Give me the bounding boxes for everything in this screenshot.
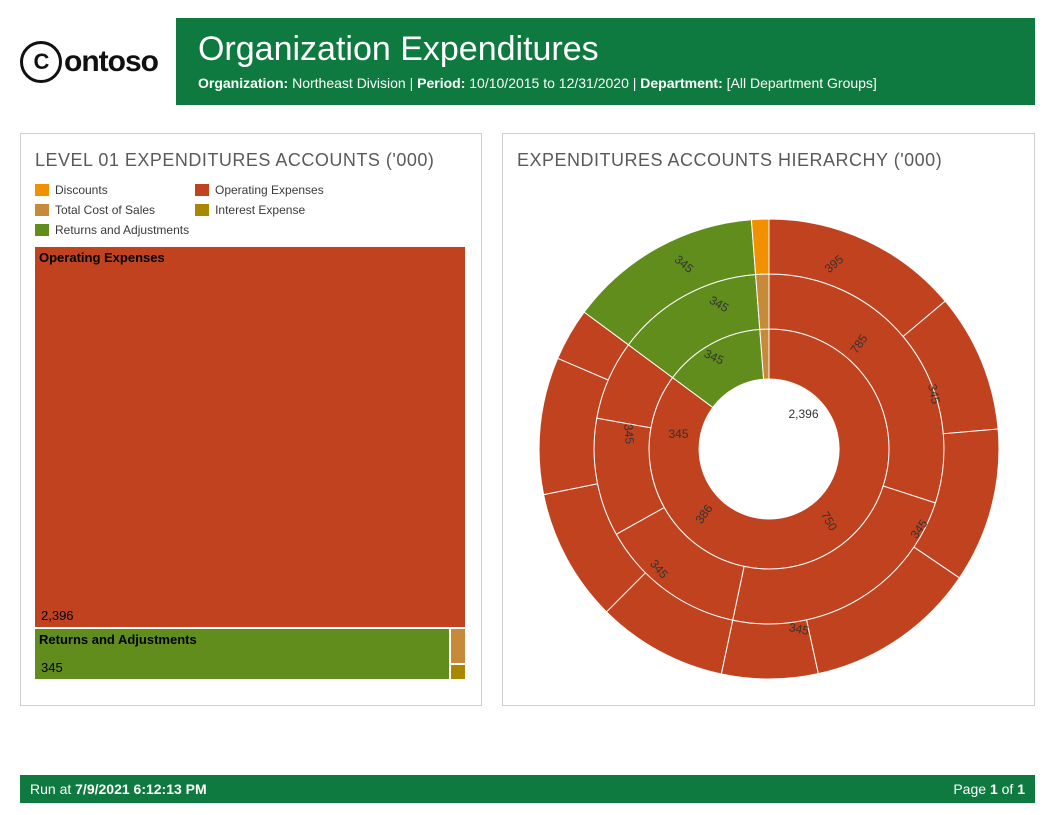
swatch-icon <box>195 204 209 216</box>
treemap-block-label: Operating Expenses <box>35 247 465 265</box>
sunburst-label: 2,396 <box>788 407 818 421</box>
report-container: C ontoso Organization Expenditures Organ… <box>0 0 1055 815</box>
report-header: C ontoso Organization Expenditures Organ… <box>20 18 1035 105</box>
sunburst-svg <box>529 209 1009 689</box>
sunburst-chart[interactable]: 2,396 345 345 785 750 386 345 345 345 39… <box>529 209 1009 689</box>
brand-logo: C ontoso <box>20 41 158 83</box>
legend-label: Discounts <box>55 183 108 197</box>
treemap-block-value: 345 <box>37 660 67 677</box>
footer-run-at: Run at 7/9/2021 6:12:13 PM <box>30 781 207 797</box>
page-num: 1 <box>990 781 998 797</box>
legend-label: Returns and Adjustments <box>55 223 189 237</box>
brand-text: ontoso <box>64 45 158 79</box>
report-footer: Run at 7/9/2021 6:12:13 PM Page 1 of 1 <box>20 775 1035 803</box>
legend-item-total-cost-of-sales: Total Cost of Sales <box>35 203 155 217</box>
page-title: Organization Expenditures <box>198 30 1013 69</box>
brand-letter: C <box>20 41 62 83</box>
treemap-block-returns[interactable]: Returns and Adjustments 345 <box>35 629 449 679</box>
page-of: of <box>998 781 1017 797</box>
run-prefix: Run at <box>30 781 75 797</box>
sunburst-center <box>699 379 839 519</box>
org-value: Northeast Division <box>292 75 406 91</box>
legend-label: Total Cost of Sales <box>55 203 155 217</box>
report-body: LEVEL 01 EXPENDITURES ACCOUNTS ('000) Di… <box>20 133 1035 706</box>
treemap-block-total-cost-of-sales[interactable] <box>451 629 465 663</box>
legend-item-interest-expense: Interest Expense <box>195 203 315 217</box>
treemap-panel: LEVEL 01 EXPENDITURES ACCOUNTS ('000) Di… <box>20 133 482 706</box>
sunburst-label: 345 <box>621 423 637 444</box>
report-meta: Organization: Northeast Division | Perio… <box>198 75 1013 91</box>
swatch-icon <box>35 184 49 196</box>
treemap-legend: Discounts Operating Expenses Total Cost … <box>35 183 467 237</box>
period-label: Period: <box>417 75 465 91</box>
treemap-block-interest-discounts[interactable] <box>451 665 465 679</box>
sunburst-title: EXPENDITURES ACCOUNTS HIERARCHY ('000) <box>517 150 1020 171</box>
legend-label: Interest Expense <box>215 203 305 217</box>
sunburst-panel: EXPENDITURES ACCOUNTS HIERARCHY ('000) <box>502 133 1035 706</box>
legend-item-operating-expenses: Operating Expenses <box>195 183 324 197</box>
swatch-icon <box>195 184 209 196</box>
treemap-chart[interactable]: Operating Expenses 2,396 Returns and Adj… <box>35 247 465 679</box>
treemap-block-value: 2,396 <box>37 608 78 625</box>
dept-value: [All Department Groups] <box>727 75 877 91</box>
treemap-block-operating-expenses[interactable]: Operating Expenses 2,396 <box>35 247 465 627</box>
page-prefix: Page <box>953 781 990 797</box>
dept-label: Department: <box>640 75 722 91</box>
sep1: | <box>410 75 418 91</box>
legend-item-returns: Returns and Adjustments <box>35 223 189 237</box>
swatch-icon <box>35 224 49 236</box>
period-value: 10/10/2015 to 12/31/2020 <box>469 75 629 91</box>
title-banner: Organization Expenditures Organization: … <box>176 18 1035 105</box>
run-time: 7/9/2021 6:12:13 PM <box>75 781 207 797</box>
page-total: 1 <box>1017 781 1025 797</box>
org-label: Organization: <box>198 75 288 91</box>
legend-label: Operating Expenses <box>215 183 324 197</box>
treemap-block-label: Returns and Adjustments <box>35 629 449 647</box>
swatch-icon <box>35 204 49 216</box>
footer-page: Page 1 of 1 <box>953 781 1025 797</box>
sunburst-label: 345 <box>668 427 688 441</box>
legend-item-discounts: Discounts <box>35 183 155 197</box>
treemap-title: LEVEL 01 EXPENDITURES ACCOUNTS ('000) <box>35 150 467 171</box>
